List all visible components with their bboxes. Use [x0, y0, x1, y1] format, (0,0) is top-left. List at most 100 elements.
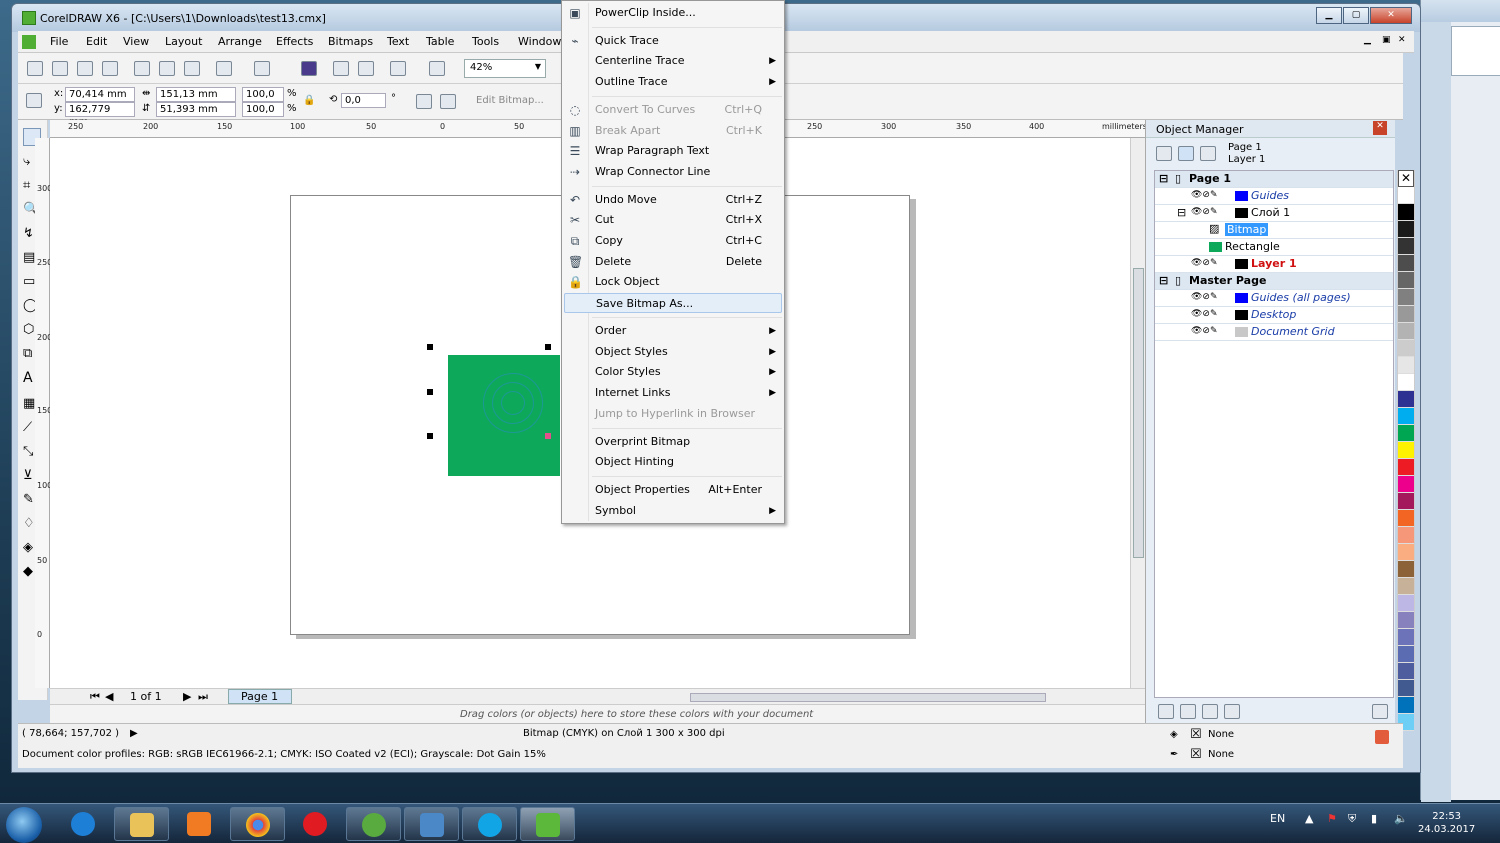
palette-swatch[interactable] — [1398, 306, 1414, 323]
layer-visibility-icon[interactable]: 👁⊘✎ — [1191, 326, 1218, 336]
doc-close-button[interactable]: ✕ — [1398, 35, 1406, 45]
tree-row[interactable]: 👁⊘✎ Guides — [1155, 188, 1393, 205]
palette-swatch[interactable] — [1398, 238, 1414, 255]
menu-item-powerclip-inside[interactable]: ▣ PowerClip Inside... — [564, 3, 782, 23]
selection-handle[interactable] — [427, 389, 433, 395]
tab-page-1[interactable]: Page 1 — [228, 689, 292, 704]
palette-swatch[interactable] — [1398, 221, 1414, 238]
menu-item-wrap-paragraph-text[interactable]: ☰ Wrap Paragraph Text — [564, 141, 782, 161]
status-arrow-icon[interactable]: ▶ — [130, 728, 138, 739]
palette-swatch[interactable] — [1398, 357, 1414, 374]
scale-x-field[interactable]: 100,0 — [242, 87, 284, 102]
close-button[interactable]: ✕ — [1370, 7, 1412, 24]
menu-bitmaps[interactable]: Bitmaps — [328, 35, 373, 48]
taskbar-coreldraw[interactable] — [520, 807, 575, 841]
app-menu-icon[interactable] — [22, 35, 36, 49]
doc-minimize-button[interactable]: ▁ — [1364, 35, 1371, 45]
docker-close-button[interactable]: ✕ — [1373, 121, 1387, 135]
taskbar-control-panel[interactable] — [404, 807, 459, 841]
object-origin-icon[interactable] — [26, 93, 42, 108]
delete-layer-icon[interactable] — [1372, 704, 1388, 719]
selection-handle[interactable] — [545, 344, 551, 350]
selected-bitmap[interactable] — [448, 355, 560, 476]
new-layer-icon[interactable] — [1158, 704, 1174, 719]
menu-item-wrap-connector-line[interactable]: ⇢ Wrap Connector Line — [564, 162, 782, 182]
tree-row[interactable]: 👁⊘✎ Desktop — [1155, 307, 1393, 324]
palette-swatch[interactable] — [1398, 442, 1414, 459]
palette-swatch[interactable] — [1398, 510, 1414, 527]
edit-across-layers-icon[interactable] — [1178, 146, 1194, 161]
menu-item-centerline-trace[interactable]: Centerline Trace ▶ — [564, 51, 782, 71]
menu-text[interactable]: Text — [387, 35, 409, 48]
x-position-field[interactable]: 70,414 mm — [65, 87, 135, 102]
height-field[interactable]: 51,393 mm — [156, 102, 236, 117]
menu-item-color-styles[interactable]: Color Styles ▶ — [564, 362, 782, 382]
menu-item-delete[interactable]: 🗑 Delete Delete — [564, 252, 782, 272]
menu-item-object-styles[interactable]: Object Styles ▶ — [564, 342, 782, 362]
palette-swatch[interactable] — [1398, 595, 1414, 612]
palette-swatch[interactable] — [1398, 340, 1414, 357]
palette-swatch[interactable] — [1398, 374, 1414, 391]
clock[interactable]: 22:53 24.03.2017 — [1418, 810, 1475, 836]
first-page-button[interactable]: ⏮ — [90, 690, 100, 704]
palette-swatch[interactable] — [1398, 204, 1414, 221]
palette-swatch[interactable] — [1398, 680, 1414, 697]
palette-swatch[interactable] — [1398, 544, 1414, 561]
palette-swatch[interactable] — [1398, 476, 1414, 493]
selection-handle[interactable] — [427, 433, 433, 439]
menu-item-object-properties[interactable]: Object Properties Alt+Enter — [564, 480, 782, 500]
new-master-layer-odd-icon[interactable] — [1224, 704, 1240, 719]
menu-arrange[interactable]: Arrange — [218, 35, 262, 48]
mirror-vertical-icon[interactable] — [440, 94, 456, 109]
taskbar-media-player[interactable] — [172, 807, 227, 841]
search-content-icon[interactable] — [301, 61, 317, 76]
menu-layout[interactable]: Layout — [165, 35, 202, 48]
collapse-icon[interactable]: ⊟ — [1177, 206, 1186, 219]
tree-row[interactable]: Rectangle — [1155, 239, 1393, 256]
doc-restore-button[interactable]: ▣ — [1382, 35, 1391, 45]
palette-swatch[interactable] — [1398, 493, 1414, 510]
palette-swatch[interactable] — [1398, 187, 1414, 204]
menu-view[interactable]: View — [123, 35, 149, 48]
y-position-field[interactable]: 162,779 mm — [65, 102, 135, 128]
menu-item-lock-object[interactable]: 🔒 Lock Object — [564, 272, 782, 292]
tree-row[interactable]: 👁⊘✎ Layer 1 — [1155, 256, 1393, 273]
selection-handle[interactable] — [427, 344, 433, 350]
palette-swatch[interactable] — [1398, 408, 1414, 425]
taskbar-ie[interactable] — [56, 807, 111, 841]
open-icon[interactable] — [52, 61, 68, 76]
node-handle[interactable] — [545, 433, 551, 439]
width-field[interactable]: 151,13 mm — [156, 87, 236, 102]
menu-item-copy[interactable]: ⧉ Copy Ctrl+C — [564, 231, 782, 251]
layer-visibility-icon[interactable]: 👁⊘✎ — [1191, 258, 1218, 268]
user-icon[interactable] — [1375, 730, 1389, 744]
menu-item-object-hinting[interactable]: Object Hinting — [564, 452, 782, 472]
layer-visibility-icon[interactable]: 👁⊘✎ — [1191, 292, 1218, 302]
rotation-field[interactable]: 0,0 — [341, 93, 386, 108]
palette-swatch[interactable] — [1398, 323, 1414, 340]
tray-shield-icon[interactable]: ⛨ — [1348, 812, 1356, 826]
vertical-ruler[interactable]: 300 250 200 150 100 50 0 — [35, 138, 52, 688]
tree-row[interactable]: ⊟ ▯ Master Page — [1155, 273, 1393, 290]
color-profiles-info[interactable]: Document color profiles: RGB: sRGB IEC61… — [22, 749, 546, 760]
palette-swatch[interactable] — [1398, 578, 1414, 595]
collapse-icon[interactable]: ⊟ — [1159, 172, 1168, 185]
taskbar-explorer[interactable] — [114, 807, 169, 841]
welcome-screen-icon[interactable] — [429, 61, 445, 76]
mirror-horizontal-icon[interactable] — [416, 94, 432, 109]
prev-page-button[interactable]: ◀ — [105, 690, 113, 703]
undo-icon[interactable] — [216, 61, 232, 76]
next-page-button[interactable]: ▶ — [183, 690, 191, 703]
palette-swatch[interactable] — [1398, 612, 1414, 629]
layer-manager-view-icon[interactable] — [1200, 146, 1216, 161]
palette-swatch[interactable] — [1398, 527, 1414, 544]
layer-visibility-icon[interactable]: 👁⊘✎ — [1191, 190, 1218, 200]
tree-row[interactable]: 👁⊘✎ Document Grid — [1155, 324, 1393, 341]
palette-swatch[interactable] — [1398, 272, 1414, 289]
cut-icon[interactable] — [134, 61, 150, 76]
no-color-swatch[interactable]: ✕ — [1398, 170, 1414, 187]
minimize-button[interactable]: ▁ — [1316, 7, 1342, 24]
tree-row[interactable]: ▨ Bitmap — [1155, 222, 1393, 239]
tree-row[interactable]: 👁⊘✎ Guides (all pages) — [1155, 290, 1393, 307]
palette-swatch[interactable] — [1398, 391, 1414, 408]
